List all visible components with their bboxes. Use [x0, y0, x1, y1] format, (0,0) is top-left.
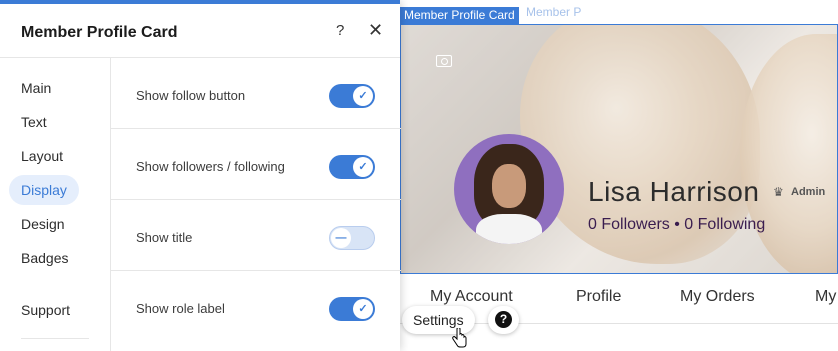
- toggle-show-title[interactable]: —: [329, 226, 375, 250]
- minus-icon: —: [331, 228, 351, 248]
- tab-my-account[interactable]: My Account: [430, 288, 513, 306]
- hand-cursor-icon: [452, 328, 467, 348]
- nav-item-badges[interactable]: Badges: [9, 243, 80, 273]
- tab-profile[interactable]: Profile: [576, 288, 621, 306]
- option-label: Show follow button: [136, 88, 246, 103]
- editor-stage: Member P Member Profile Card Lisa Harris…: [0, 0, 838, 351]
- nav-item-support[interactable]: Support: [9, 295, 82, 325]
- display-options: Show follow button ✓ Show followers / fo…: [110, 58, 401, 351]
- toggle-show-follow-button[interactable]: ✓: [329, 84, 375, 108]
- option-label: Show role label: [136, 301, 225, 316]
- avatar-face: [492, 164, 526, 208]
- option-label: Show title: [136, 230, 193, 245]
- option-row: Show follow button ✓: [111, 58, 401, 129]
- crown-icon: ♛: [773, 185, 784, 199]
- check-icon: ✓: [353, 299, 373, 319]
- panel-title: Member Profile Card: [21, 24, 178, 41]
- settings-panel: Member Profile Card ? ✕ Main Text Layout…: [0, 0, 401, 351]
- cover-overlay: [400, 24, 838, 274]
- toggle-show-role-label[interactable]: ✓: [329, 297, 375, 321]
- tab-my-orders[interactable]: My Orders: [680, 288, 755, 306]
- nav-item-text[interactable]: Text: [9, 107, 59, 137]
- panel-header: Member Profile Card ? ✕: [0, 4, 400, 58]
- option-row: Show title —: [111, 200, 401, 271]
- toggle-show-followers[interactable]: ✓: [329, 155, 375, 179]
- cover-image[interactable]: [400, 24, 838, 274]
- nav-item-design[interactable]: Design: [9, 209, 77, 239]
- check-icon: ✓: [353, 86, 373, 106]
- avatar[interactable]: [454, 134, 564, 244]
- ghost-component-label: Member P: [526, 5, 582, 19]
- nav-item-layout[interactable]: Layout: [9, 141, 75, 171]
- nav-item-main[interactable]: Main: [9, 73, 63, 103]
- help-button[interactable]: ?: [488, 306, 519, 334]
- option-row: Show role label ✓: [111, 271, 401, 342]
- panel-nav: Main Text Layout Display Design Badges S…: [0, 58, 110, 351]
- option-row: Show followers / following ✓: [111, 129, 401, 200]
- help-icon: ?: [495, 311, 512, 328]
- nav-divider: [21, 338, 89, 339]
- tab-my-more[interactable]: My: [815, 288, 836, 306]
- check-icon: ✓: [353, 157, 373, 177]
- nav-item-display[interactable]: Display: [9, 175, 79, 205]
- close-icon[interactable]: ✕: [368, 20, 383, 41]
- member-name: Lisa Harrison: [588, 176, 760, 207]
- camera-icon[interactable]: [436, 55, 452, 67]
- help-icon-button[interactable]: ?: [336, 22, 344, 39]
- role-label: Admin: [791, 186, 826, 198]
- member-card-preview: Member P Member Profile Card Lisa Harris…: [400, 0, 838, 351]
- follow-stats[interactable]: 0 Followers • 0 Following: [588, 216, 765, 234]
- component-label[interactable]: Member Profile Card: [400, 7, 519, 24]
- avatar-shirt: [476, 214, 542, 244]
- option-label: Show followers / following: [136, 159, 285, 174]
